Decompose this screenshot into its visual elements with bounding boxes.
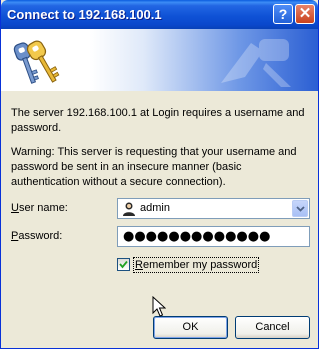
help-button[interactable]: ? — [273, 4, 293, 24]
window-title: Connect to 192.168.100.1 — [7, 7, 162, 22]
password-masked-value[interactable]: ●●●●●●●●●●●●● — [123, 229, 270, 244]
checkmark-icon — [119, 260, 128, 269]
cancel-button[interactable]: Cancel — [235, 316, 310, 339]
chevron-down-icon — [296, 206, 305, 212]
auth-message: The server 192.168.100.1 at Login requir… — [11, 107, 305, 134]
keys-watermark-icon — [221, 39, 291, 87]
title-bar[interactable]: Connect to 192.168.100.1 ? ✕ — [1, 0, 318, 29]
username-label-hotkey: U — [11, 202, 19, 214]
insecure-warning: Warning: This server is requesting that … — [11, 146, 297, 188]
ok-button[interactable]: OK — [153, 316, 228, 339]
username-label-text: ser name: — [18, 202, 68, 214]
banner — [1, 29, 318, 91]
login-dialog: Connect to 192.168.100.1 ? ✕ The server … — [0, 0, 319, 349]
keys-icon — [13, 40, 60, 84]
close-button[interactable]: ✕ — [295, 4, 315, 24]
password-input[interactable]: ●●●●●●●●●●●●● — [117, 226, 310, 247]
password-label: Password: — [11, 230, 62, 242]
username-dropdown-button[interactable] — [292, 200, 308, 217]
username-value[interactable]: admin — [140, 202, 170, 214]
username-combobox[interactable]: admin — [117, 198, 310, 219]
user-icon — [123, 202, 135, 216]
remember-password-checkbox[interactable] — [117, 258, 130, 271]
username-label: User name: — [11, 202, 68, 214]
remember-label-hotkey: R — [135, 259, 143, 271]
mouse-cursor-icon — [152, 296, 166, 317]
password-label-text: assword: — [18, 230, 63, 242]
remember-label-text: emember my password — [142, 259, 258, 271]
remember-password-label[interactable]: Remember my password — [133, 257, 260, 273]
